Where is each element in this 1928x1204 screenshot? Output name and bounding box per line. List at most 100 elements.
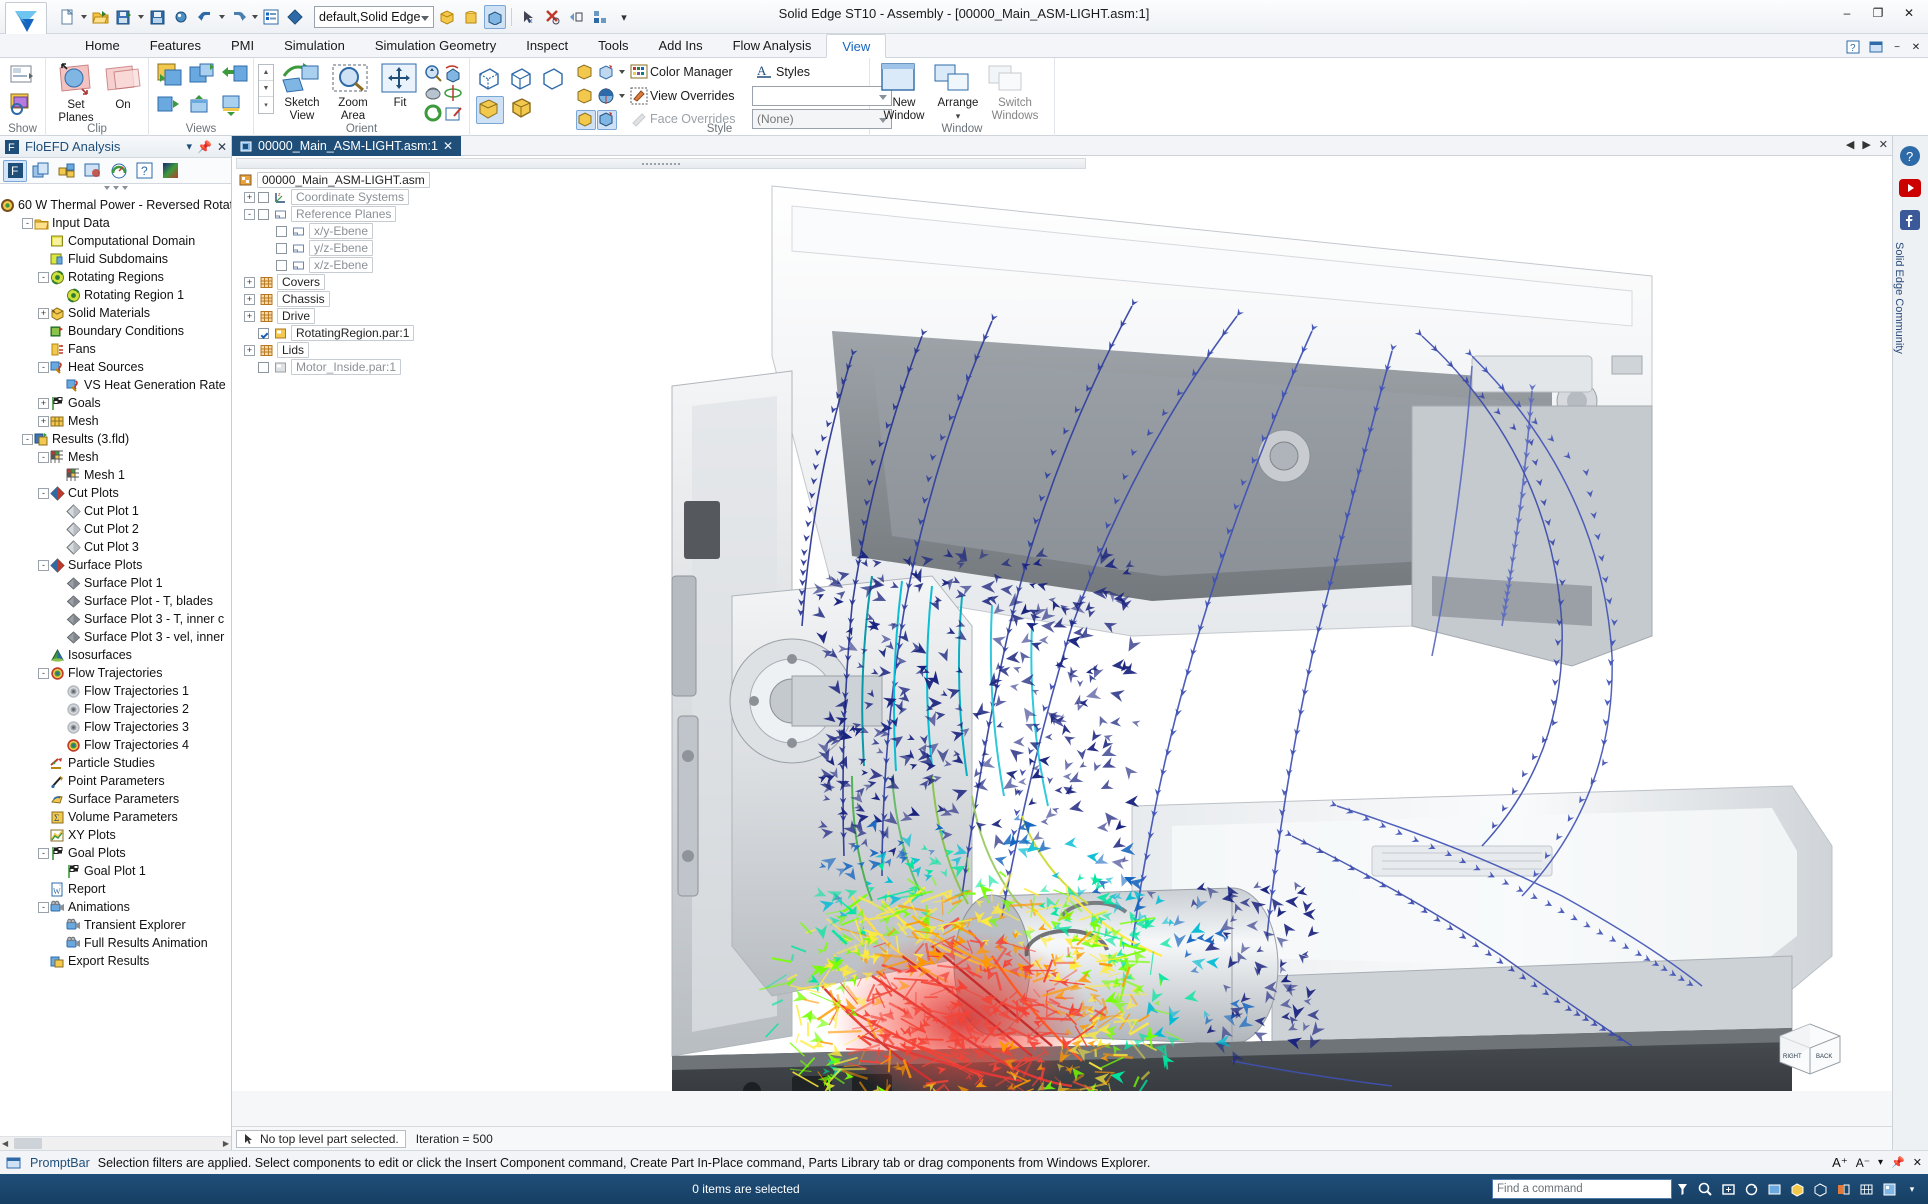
floefd-tree-item[interactable]: Particle Studies — [0, 754, 231, 772]
floefd-tree-item[interactable]: Cut Plot 2 — [0, 520, 231, 538]
spin-up-icon[interactable]: ▲ — [259, 65, 273, 81]
new-window-button[interactable]: New Window — [878, 62, 930, 122]
floefd-tree-item[interactable]: Boundary Conditions — [0, 322, 231, 340]
tree-expander-minus-icon[interactable]: - — [38, 848, 49, 859]
save-as-dropdown-icon[interactable] — [138, 15, 144, 19]
render-sphere-icon[interactable] — [597, 87, 617, 107]
tree-expander-plus-icon[interactable]: + — [244, 192, 255, 203]
view-style-3-button[interactable] — [220, 62, 248, 88]
floefd-tree-item[interactable]: Flow Trajectories 2 — [0, 700, 231, 718]
tab-simulation[interactable]: Simulation — [269, 34, 360, 58]
visibility-checkbox[interactable] — [258, 362, 269, 373]
zoom-area-button[interactable]: Zoom Area — [330, 62, 376, 122]
ribbon-display-icon[interactable] — [1866, 36, 1886, 58]
redo-icon[interactable] — [227, 5, 249, 29]
shaded-edge-icon[interactable] — [540, 66, 566, 92]
floefd-tree-item[interactable]: Isosurfaces — [0, 646, 231, 664]
undo-dropdown-icon[interactable] — [219, 15, 225, 19]
text-size-icon[interactable]: A⁺ — [1832, 1155, 1848, 1171]
assembly-tree-item[interactable]: +Covers — [238, 274, 430, 290]
redo-dropdown-icon[interactable] — [252, 15, 258, 19]
document-tab-close-icon[interactable]: ✕ — [443, 139, 453, 153]
print-preview-icon[interactable] — [170, 5, 192, 29]
style-cube-2-icon[interactable] — [597, 63, 617, 83]
viewport-grip-handle[interactable] — [236, 158, 1086, 169]
collapse-statusbar-icon[interactable]: ▾ — [1902, 1179, 1922, 1199]
floefd-tree-item[interactable]: -Cut Plots — [0, 484, 231, 502]
show-all-button[interactable] — [9, 92, 35, 116]
pan-view-icon[interactable] — [424, 84, 444, 104]
floefd-toolbar[interactable]: F ? — [0, 158, 231, 184]
display-config-icon[interactable] — [1879, 1179, 1899, 1199]
color-manager-label[interactable]: Color Manager — [650, 65, 733, 79]
close-button[interactable]: ✕ — [1894, 2, 1924, 24]
assembly-tree-item[interactable]: +Drive — [238, 308, 430, 324]
select-tool-icon[interactable]: x — [517, 5, 539, 29]
tree-grip-handle[interactable] — [0, 184, 231, 192]
select-filter-icon[interactable] — [1672, 1179, 1692, 1199]
floefd-tree-item[interactable]: Full Results Animation — [0, 934, 231, 952]
tree-expander-minus-icon[interactable]: - — [38, 668, 49, 679]
assembly-tree-item[interactable]: +Chassis — [238, 291, 430, 307]
tab-simulation-geometry[interactable]: Simulation Geometry — [360, 34, 511, 58]
fit-button[interactable]: Fit — [380, 62, 420, 109]
visibility-checkbox[interactable] — [258, 328, 269, 339]
hidden-line-icon[interactable] — [508, 66, 534, 92]
floefd-tree-item[interactable]: Surface Parameters — [0, 790, 231, 808]
maximize-button[interactable]: ❐ — [1863, 2, 1893, 24]
floefd-tree-item[interactable]: Surface Plot 3 - vel, inner — [0, 628, 231, 646]
view-cube[interactable]: RIGHT BACK — [1774, 1018, 1846, 1080]
floefd-tree-item[interactable]: Computational Domain — [0, 232, 231, 250]
grid-view-icon[interactable] — [1856, 1179, 1876, 1199]
floefd-tree-item[interactable]: 60 W Thermal Power - Reversed Rotat — [0, 196, 231, 214]
promptbar-dropdown-icon[interactable]: ▾ — [1878, 1157, 1883, 1168]
document-tabbar-controls[interactable]: ◀ ▶ ✕ — [1846, 138, 1888, 151]
open-doc-icon[interactable] — [89, 5, 111, 29]
tree-expander-minus-icon[interactable]: - — [38, 452, 49, 463]
assembly-tree-item[interactable]: x/z-Ebene — [238, 257, 430, 273]
quick-access-toolbar[interactable]: default,Solid Edge x — [56, 2, 635, 32]
tab-features[interactable]: Features — [135, 34, 216, 58]
assembly-tree-item[interactable]: +zCoordinate Systems — [238, 189, 430, 205]
show-hide-button[interactable] — [9, 64, 35, 88]
assembly-tree-item[interactable]: x/y-Ebene — [238, 223, 430, 239]
tree-expander-minus-icon[interactable]: - — [22, 434, 33, 445]
assembly-tree[interactable]: 00000_Main_ASM-LIGHT.asm +zCoordinate Sy… — [238, 172, 430, 376]
pin-icon[interactable]: 📌 — [197, 140, 212, 154]
styles-icon[interactable]: A — [756, 62, 776, 82]
find-command-input[interactable]: Find a command — [1492, 1179, 1672, 1199]
tab-inspect[interactable]: Inspect — [511, 34, 583, 58]
wireframe-view-icon[interactable] — [1810, 1179, 1830, 1199]
ribbon-tabstrip[interactable]: Home Features PMI Simulation Simulation … — [0, 34, 1928, 58]
tree-expander-plus-icon[interactable]: + — [244, 345, 255, 356]
save-icon[interactable] — [146, 5, 168, 29]
view-style-4-button[interactable] — [156, 94, 184, 118]
tree-expander-minus-icon[interactable]: - — [38, 488, 49, 499]
set-planes-button[interactable]: Set Planes — [54, 62, 98, 124]
floefd-tree-item[interactable]: Flow Trajectories 1 — [0, 682, 231, 700]
view-style-2-button[interactable] — [188, 62, 216, 88]
sync-diamond-icon[interactable] — [284, 5, 306, 29]
measure-icon[interactable] — [565, 5, 587, 29]
shaded-edges-yellow-icon[interactable] — [510, 96, 538, 124]
wireframe-icon[interactable] — [476, 66, 502, 92]
ribbon-close-icon[interactable]: ✕ — [1908, 36, 1924, 58]
floefd-tree-item[interactable]: -Mesh — [0, 448, 231, 466]
arrange-dropdown-icon[interactable]: ▾ — [932, 110, 984, 122]
floefd-tree-item[interactable]: Point Parameters — [0, 772, 231, 790]
prompt-bar-controls[interactable]: A⁺ A⁻ ▾ 📌 ✕ — [1832, 1155, 1922, 1171]
tree-expander-plus-icon[interactable]: + — [244, 311, 255, 322]
tree-expander-minus-icon[interactable]: - — [38, 362, 49, 373]
tab-tools[interactable]: Tools — [583, 34, 643, 58]
floefd-tree-item[interactable]: XY Plots — [0, 826, 231, 844]
tab-scroll-left-icon[interactable]: ◀ — [1846, 138, 1854, 151]
yellow-cube-a-icon[interactable] — [436, 5, 458, 29]
yellow-cube-b-icon[interactable] — [460, 5, 482, 29]
qat-overflow-icon[interactable]: ▾ — [613, 5, 635, 29]
view-overrides-label[interactable]: View Overrides — [650, 89, 735, 103]
help-icon[interactable]: ? — [1893, 140, 1927, 172]
panel-menu-icon[interactable]: ▾ — [186, 140, 192, 153]
view-overrides-icon[interactable] — [630, 87, 650, 107]
shaded-yellow-icon[interactable] — [476, 96, 504, 124]
floefd-tree-item[interactable]: Fans — [0, 340, 231, 358]
